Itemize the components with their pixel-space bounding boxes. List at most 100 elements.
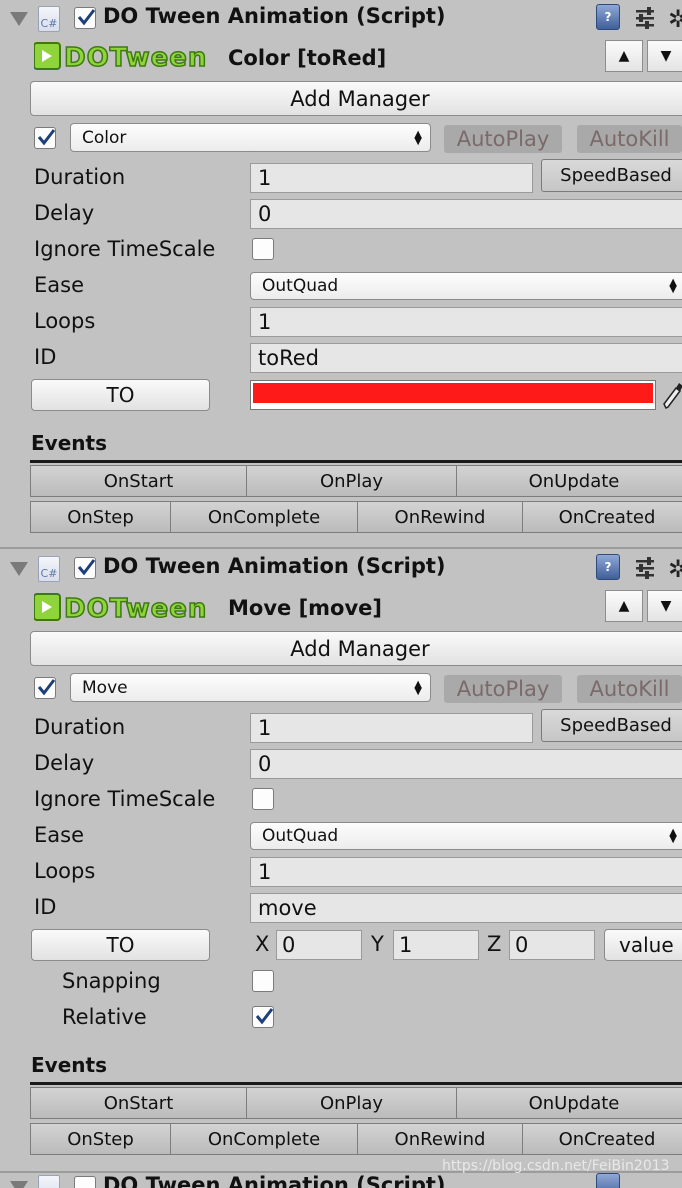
updown-caret-icon: ▲ ▼: [414, 128, 422, 147]
tween-enabled-checkbox[interactable]: [34, 127, 56, 149]
animation-type-value: Move: [82, 677, 128, 698]
event-onupdate-button[interactable]: OnUpdate: [456, 1087, 682, 1119]
events-divider: [30, 460, 682, 463]
add-manager-button[interactable]: Add Manager: [30, 81, 682, 116]
foldout-arrow-icon[interactable]: [10, 562, 28, 576]
event-onplay-button[interactable]: OnPlay: [246, 1087, 457, 1119]
ignore-timescale-checkbox[interactable]: [252, 238, 274, 260]
event-oncomplete-button[interactable]: OnComplete: [170, 1123, 358, 1155]
to-button[interactable]: TO: [31, 929, 210, 961]
value-button[interactable]: value: [604, 929, 682, 961]
updown-caret-icon: ▲ ▼: [669, 827, 677, 845]
autokill-toggle[interactable]: AutoKill: [577, 125, 682, 153]
to-color-field[interactable]: [250, 380, 656, 410]
duration-field[interactable]: 1: [250, 713, 533, 743]
event-onrewind-button[interactable]: OnRewind: [357, 1123, 523, 1155]
tween-component-move: C# DO Tween Animation (Script) ? ✲ DOTwe…: [0, 550, 682, 1172]
y-field[interactable]: 1: [393, 930, 479, 960]
snapping-checkbox[interactable]: [252, 970, 274, 992]
ignore-timescale-label: Ignore TimeScale: [34, 237, 216, 261]
tween-component-partial: C# DO Tween Animation (Script): [0, 1173, 682, 1188]
component-separator: [0, 547, 682, 549]
ease-dropdown[interactable]: OutQuad ▲ ▼: [250, 272, 682, 300]
autokill-toggle[interactable]: AutoKill: [577, 675, 682, 703]
autoplay-toggle[interactable]: AutoPlay: [444, 675, 562, 703]
loops-label: Loops: [34, 309, 96, 333]
id-field[interactable]: move: [250, 893, 682, 923]
loops-field[interactable]: 1: [250, 857, 682, 887]
relative-checkbox[interactable]: [252, 1006, 274, 1028]
help-book-icon[interactable]: [596, 1173, 620, 1188]
z-label: Z: [487, 932, 502, 956]
svg-text:DOTween: DOTween: [64, 594, 207, 622]
events-divider: [30, 1082, 682, 1085]
svg-text:DOTween: DOTween: [64, 43, 207, 71]
watermark: https://blog.csdn.net/FeiBin2013: [442, 1158, 670, 1174]
event-onstep-button[interactable]: OnStep: [30, 501, 171, 533]
component-enabled-checkbox[interactable]: [74, 1176, 96, 1188]
component-enabled-checkbox[interactable]: [74, 557, 96, 579]
event-onrewind-button[interactable]: OnRewind: [357, 501, 523, 533]
delay-field[interactable]: 0: [250, 749, 682, 779]
foldout-arrow-icon[interactable]: [10, 1181, 28, 1188]
animation-type-value: Color: [82, 127, 127, 148]
gear-icon[interactable]: ✲: [668, 5, 682, 33]
ease-dropdown[interactable]: OutQuad ▲ ▼: [250, 822, 682, 850]
ease-label: Ease: [34, 273, 84, 297]
eyedropper-icon[interactable]: [662, 382, 682, 410]
speedbased-toggle[interactable]: SpeedBased: [541, 159, 682, 192]
id-label: ID: [34, 895, 57, 919]
add-manager-button[interactable]: Add Manager: [30, 631, 682, 666]
loops-label: Loops: [34, 859, 96, 883]
updown-caret-icon: ▲ ▼: [669, 277, 677, 295]
move-up-button[interactable]: ▲: [605, 590, 643, 622]
event-onstart-button[interactable]: OnStart: [30, 1087, 247, 1119]
snapping-label: Snapping: [62, 969, 161, 993]
duration-field[interactable]: 1: [250, 163, 533, 193]
x-label: X: [255, 932, 270, 956]
event-onstep-button[interactable]: OnStep: [30, 1123, 171, 1155]
x-field[interactable]: 0: [276, 930, 362, 960]
move-up-button[interactable]: ▲: [605, 40, 643, 72]
component-title: DO Tween Animation (Script): [103, 4, 446, 28]
ignore-timescale-checkbox[interactable]: [252, 788, 274, 810]
animation-type-dropdown[interactable]: Color ▲ ▼: [70, 123, 431, 152]
move-down-button[interactable]: ▼: [647, 590, 682, 622]
ignore-timescale-label: Ignore TimeScale: [34, 787, 216, 811]
foldout-arrow-icon[interactable]: [10, 12, 28, 26]
gear-icon[interactable]: ✲: [668, 555, 682, 583]
id-field[interactable]: toRed: [250, 343, 682, 373]
autoplay-toggle[interactable]: AutoPlay: [444, 125, 562, 153]
duration-label: Duration: [34, 165, 126, 189]
event-oncreated-button[interactable]: OnCreated: [522, 1123, 682, 1155]
color-swatch: [253, 383, 653, 403]
component-title: DO Tween Animation (Script): [103, 554, 446, 578]
help-book-icon[interactable]: ?: [596, 554, 620, 580]
speedbased-toggle[interactable]: SpeedBased: [541, 709, 682, 742]
presets-sliders-icon[interactable]: [634, 6, 656, 30]
presets-sliders-icon[interactable]: [634, 556, 656, 580]
animation-type-dropdown[interactable]: Move ▲ ▼: [70, 673, 431, 702]
updown-caret-icon: ▲ ▼: [414, 678, 422, 697]
tween-enabled-checkbox[interactable]: [34, 677, 56, 699]
loops-field[interactable]: 1: [250, 307, 682, 337]
event-onstart-button[interactable]: OnStart: [30, 465, 247, 497]
component-header: C# DO Tween Animation (Script): [0, 1173, 682, 1188]
help-book-icon[interactable]: ?: [596, 4, 620, 30]
duration-label: Duration: [34, 715, 126, 739]
tween-subtitle: Move [move]: [228, 596, 383, 620]
relative-label: Relative: [62, 1005, 147, 1029]
y-label: Y: [371, 932, 384, 956]
event-onupdate-button[interactable]: OnUpdate: [456, 465, 682, 497]
event-oncomplete-button[interactable]: OnComplete: [170, 501, 358, 533]
dotween-logo: DOTween: [34, 42, 207, 71]
event-onplay-button[interactable]: OnPlay: [246, 465, 457, 497]
delay-field[interactable]: 0: [250, 199, 682, 229]
move-down-button[interactable]: ▼: [647, 40, 682, 72]
tween-subtitle: Color [toRed]: [228, 46, 387, 70]
to-button[interactable]: TO: [31, 379, 210, 411]
z-field[interactable]: 0: [509, 930, 595, 960]
event-oncreated-button[interactable]: OnCreated: [522, 501, 682, 533]
ease-value: OutQuad: [262, 826, 339, 846]
component-enabled-checkbox[interactable]: [74, 7, 96, 29]
